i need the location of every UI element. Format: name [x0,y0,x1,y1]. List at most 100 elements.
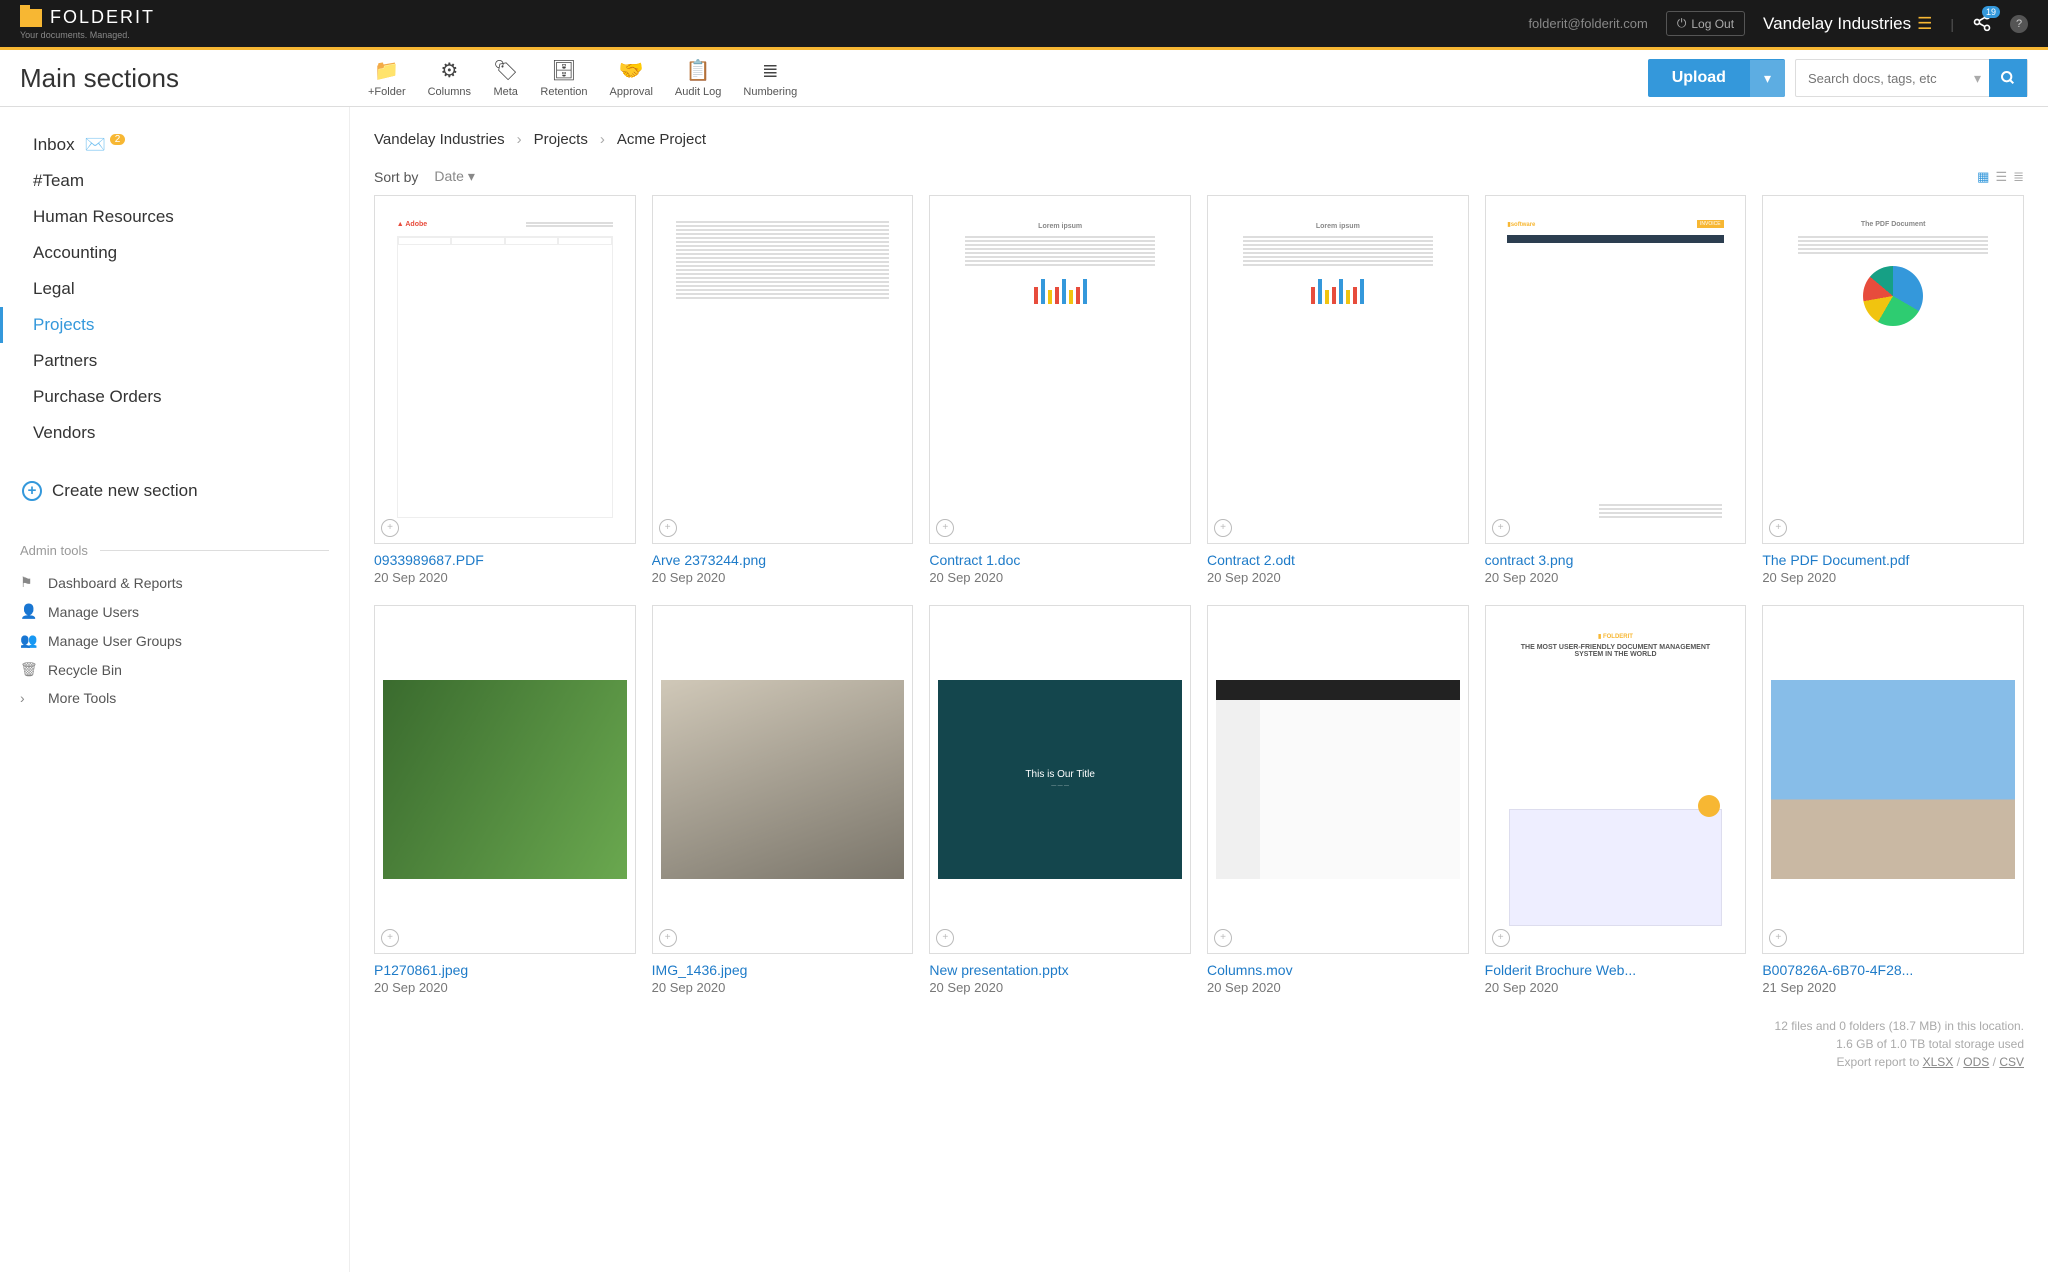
file-thumbnail[interactable]: ▲ Adobe+ [374,195,636,544]
sidebar-item-vendors[interactable]: Vendors [0,415,349,451]
app-header: FOLDERIT Your documents. Managed. folder… [0,0,2048,50]
create-section-button[interactable]: + Create new section [0,467,349,515]
file-thumbnail[interactable]: ▮ FOLDERITTHE MOST USER-FRIENDLY DOCUMEN… [1485,605,1747,954]
file-name[interactable]: The PDF Document.pdf [1762,552,2024,568]
zoom-icon[interactable]: + [1492,929,1510,947]
sort-select[interactable]: Date ▾ [434,168,475,185]
menu-icon: ☰ [1917,14,1932,34]
admin-icon: ⚑ [20,574,36,591]
zoom-icon[interactable]: + [381,929,399,947]
file-name[interactable]: Contract 1.doc [929,552,1191,568]
toolbar-icon: 🤝 [619,58,644,83]
zoom-icon[interactable]: + [1214,519,1232,537]
breadcrumb-item[interactable]: Acme Project [617,131,706,148]
compact-view-icon[interactable]: ≣ [2013,169,2024,185]
logout-button[interactable]: ⏻ Log Out [1666,11,1745,36]
file-name[interactable]: Folderit Brochure Web... [1485,962,1747,978]
zoom-icon[interactable]: + [1769,929,1787,947]
breadcrumb-item[interactable]: Vandelay Industries [374,131,505,148]
org-switcher[interactable]: Vandelay Industries ☰ [1763,14,1932,34]
sidebar-item-team[interactable]: #Team [0,163,349,199]
file-thumbnail[interactable]: ▮softwareINVOICE+ [1485,195,1747,544]
export-csv[interactable]: CSV [1999,1055,2024,1069]
help-icon[interactable]: ? [2010,15,2028,33]
zoom-icon[interactable]: + [381,519,399,537]
export-xlsx[interactable]: XLSX [1923,1055,1954,1069]
zoom-icon[interactable]: + [1214,929,1232,947]
export-ods[interactable]: ODS [1963,1055,1989,1069]
file-card[interactable]: + IMG_1436.jpeg 20 Sep 2020 [652,605,914,995]
file-name[interactable]: contract 3.png [1485,552,1747,568]
logo[interactable]: FOLDERIT Your documents. Managed. [20,7,155,40]
list-view-icon[interactable]: ☰ [1995,169,2007,185]
file-name[interactable]: Arve 2373244.png [652,552,914,568]
file-name[interactable]: B007826A-6B70-4F28... [1762,962,2024,978]
file-thumbnail[interactable]: The PDF Document+ [1762,195,2024,544]
file-name[interactable]: IMG_1436.jpeg [652,962,914,978]
chevron-right-icon: › [600,131,605,148]
file-card[interactable]: + B007826A-6B70-4F28... 21 Sep 2020 [1762,605,2024,995]
search-input[interactable] [1796,71,1966,86]
toolbar-approval[interactable]: 🤝Approval [610,58,653,98]
admin-manageusers[interactable]: 👤Manage Users [0,597,349,626]
sidebar-item-purchaseorders[interactable]: Purchase Orders [0,379,349,415]
brand-name: FOLDERIT [50,7,155,28]
search-button[interactable] [1989,59,2027,97]
file-card[interactable]: +Columns.mov20 Sep 2020 [1207,605,1469,995]
toolbar-meta[interactable]: 🏷Meta [493,58,518,98]
file-thumbnail[interactable]: + [652,195,914,544]
toolbar-numbering[interactable]: ≣Numbering [743,58,797,98]
admin-recyclebin[interactable]: 🗑Recycle Bin [0,655,349,684]
file-card[interactable]: Lorem ipsum+Contract 1.doc20 Sep 2020 [929,195,1191,585]
zoom-icon[interactable]: + [936,519,954,537]
upload-button[interactable]: Upload ▾ [1648,59,1785,97]
file-thumbnail[interactable]: Lorem ipsum+ [1207,195,1469,544]
search-dropdown-icon[interactable]: ▾ [1966,70,1989,87]
file-date: 21 Sep 2020 [1762,980,2024,995]
zoom-icon[interactable]: + [1769,519,1787,537]
toolbar-auditlog[interactable]: 📋Audit Log [675,58,721,98]
sidebar-item-accounting[interactable]: Accounting [0,235,349,271]
sidebar-item-inbox[interactable]: Inbox ✉️2 [0,127,349,163]
toolbar-columns[interactable]: ⚙Columns [428,58,471,98]
admin-dashboardreports[interactable]: ⚑Dashboard & Reports [0,568,349,597]
toolbar-retention[interactable]: 🗄Retention [540,58,587,98]
upload-dropdown[interactable]: ▾ [1750,60,1785,97]
file-card[interactable]: This is Our Title— — —+ New presentation.… [929,605,1191,995]
zoom-icon[interactable]: + [659,929,677,947]
sidebar-item-projects[interactable]: Projects [0,307,349,343]
file-card[interactable]: The PDF Document+ The PDF Document.pdf 20 … [1762,195,2024,585]
toolbar-folder[interactable]: 📁+Folder [368,58,406,98]
file-card[interactable]: Lorem ipsum+Contract 2.odt20 Sep 2020 [1207,195,1469,585]
sidebar-item-partners[interactable]: Partners [0,343,349,379]
file-name[interactable]: Columns.mov [1207,962,1469,978]
file-card[interactable]: ▮ FOLDERITTHE MOST USER-FRIENDLY DOCUMEN… [1485,605,1747,995]
admin-moretools[interactable]: ›More Tools [0,684,349,712]
file-name[interactable]: New presentation.pptx [929,962,1191,978]
file-card[interactable]: +P1270861.jpeg20 Sep 2020 [374,605,636,995]
file-card[interactable]: ▮softwareINVOICE+contract 3.png20 Sep 20… [1485,195,1747,585]
file-date: 20 Sep 2020 [1762,570,2024,585]
file-name[interactable]: 0933989687.PDF [374,552,636,568]
zoom-icon[interactable]: + [1492,519,1510,537]
file-date: 20 Sep 2020 [652,980,914,995]
sidebar-item-legal[interactable]: Legal [0,271,349,307]
file-thumbnail[interactable]: Lorem ipsum+ [929,195,1191,544]
file-thumbnail[interactable]: + [1207,605,1469,954]
breadcrumb-item[interactable]: Projects [534,131,588,148]
zoom-icon[interactable]: + [659,519,677,537]
file-thumbnail[interactable]: + [1762,605,2024,954]
grid-view-icon[interactable]: ▦ [1977,169,1989,185]
sidebar-item-humanresources[interactable]: Human Resources [0,199,349,235]
toolbar-icon: 🗄 [551,58,576,83]
file-name[interactable]: Contract 2.odt [1207,552,1469,568]
file-thumbnail[interactable]: + [374,605,636,954]
share-icon[interactable]: 19 [1972,12,1992,35]
file-thumbnail[interactable]: This is Our Title— — —+ [929,605,1191,954]
file-thumbnail[interactable]: + [652,605,914,954]
file-name[interactable]: P1270861.jpeg [374,962,636,978]
zoom-icon[interactable]: + [936,929,954,947]
file-card[interactable]: ▲ Adobe+0933989687.PDF20 Sep 2020 [374,195,636,585]
admin-manageusergroups[interactable]: 👥Manage User Groups [0,626,349,655]
file-card[interactable]: +Arve 2373244.png20 Sep 2020 [652,195,914,585]
